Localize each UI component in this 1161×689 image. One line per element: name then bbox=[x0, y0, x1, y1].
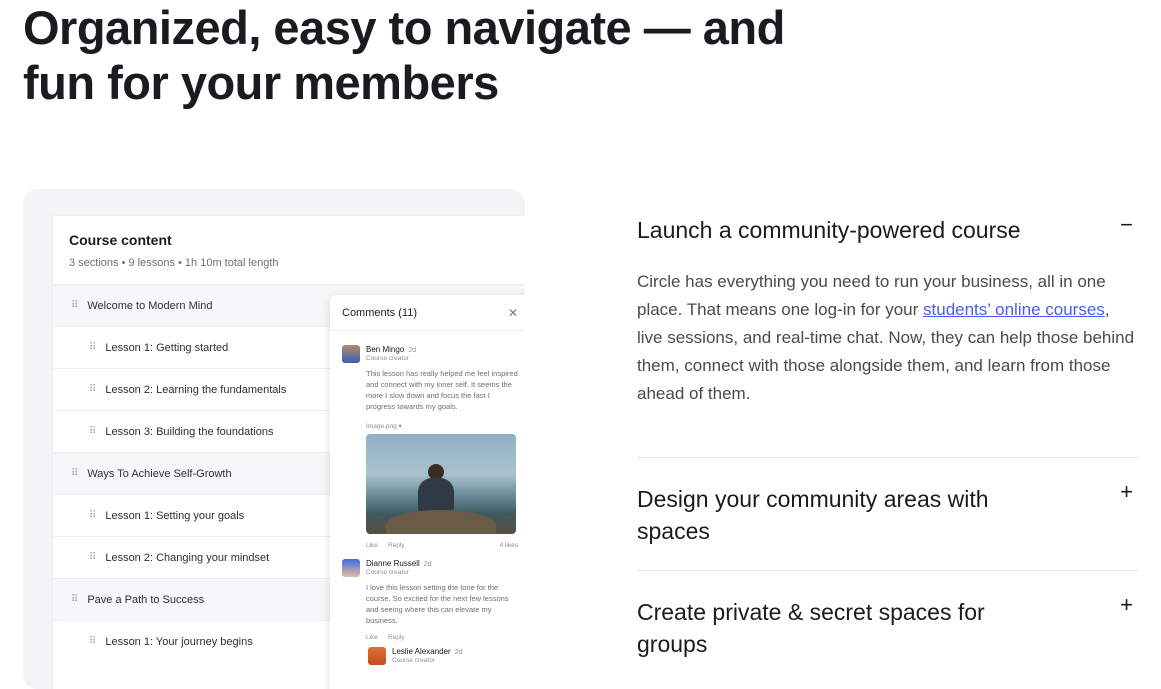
row-label: Lesson 1: Setting your goals bbox=[105, 509, 245, 522]
comment-text: This lesson has really helped me feel in… bbox=[366, 369, 518, 411]
comment-time: 2d bbox=[454, 649, 463, 656]
drag-handle-icon[interactable]: ⠿ bbox=[89, 342, 96, 353]
drag-handle-icon[interactable]: ⠿ bbox=[89, 552, 96, 563]
accordion-item-design-spaces[interactable]: Design your community areas with spaces … bbox=[637, 479, 1138, 547]
comment-role: Course creator bbox=[392, 657, 435, 664]
comment-author: Leslie Alexander bbox=[392, 647, 451, 656]
course-content-title: Course content bbox=[69, 232, 172, 248]
drag-handle-icon[interactable]: ⠿ bbox=[71, 594, 78, 605]
row-label: Pave a Path to Success bbox=[87, 593, 205, 606]
drag-handle-icon[interactable]: ⠿ bbox=[89, 426, 96, 437]
row-label: Lesson 2: Changing your mindset bbox=[105, 551, 270, 564]
minus-icon[interactable]: − bbox=[1120, 212, 1133, 238]
comment-time: 2d bbox=[408, 347, 417, 354]
reply-button[interactable]: Reply bbox=[388, 634, 405, 641]
comments-panel: Comments (11) ✕ Ben Mingo 2d Course creat… bbox=[330, 295, 525, 689]
page-headline: Organized, easy to navigate — and fun fo… bbox=[23, 1, 785, 109]
comment-author: Ben Mingo bbox=[366, 345, 405, 354]
like-button[interactable]: Like bbox=[366, 542, 378, 549]
accordion-title[interactable]: Launch a community-powered course bbox=[637, 214, 1057, 246]
plus-icon[interactable]: + bbox=[1120, 592, 1133, 618]
drag-handle-icon[interactable]: ⠿ bbox=[89, 510, 96, 521]
avatar bbox=[368, 647, 386, 665]
comments-title: Comments (11) bbox=[342, 306, 417, 319]
reply-button[interactable]: Reply bbox=[388, 542, 405, 549]
accordion-item-private-spaces[interactable]: Create private & secret spaces for group… bbox=[637, 592, 1138, 660]
row-label: Welcome to Modern Mind bbox=[87, 299, 213, 312]
comment-role: Course creator bbox=[366, 569, 409, 576]
row-label: Lesson 1: Getting started bbox=[105, 341, 229, 354]
plus-icon[interactable]: + bbox=[1120, 479, 1133, 505]
avatar bbox=[342, 345, 360, 363]
row-label: Lesson 3: Building the foundations bbox=[105, 425, 274, 438]
divider bbox=[637, 570, 1138, 571]
meditation-image bbox=[366, 434, 516, 534]
comment-time: 2d bbox=[423, 561, 432, 568]
close-icon[interactable]: ✕ bbox=[508, 306, 518, 320]
accordion-item-launch-course[interactable]: Launch a community-powered course − Circ… bbox=[637, 212, 1138, 408]
divider bbox=[637, 457, 1138, 458]
like-count: 4 likes bbox=[499, 542, 518, 549]
reply-comment: Leslie Alexander 2d Course creator bbox=[330, 647, 525, 665]
course-preview-card: Course content 3 sections • 9 lessons • … bbox=[23, 189, 525, 689]
drag-handle-icon[interactable]: ⠿ bbox=[71, 468, 78, 479]
drag-handle-icon[interactable]: ⠿ bbox=[89, 384, 96, 395]
comment: Ben Mingo 2d Course creator This lesson h… bbox=[330, 345, 525, 549]
avatar bbox=[342, 559, 360, 577]
comment: Dianne Russell 2d Course creator I love t… bbox=[330, 559, 525, 641]
like-button[interactable]: Like bbox=[366, 634, 378, 641]
online-courses-link[interactable]: students’ online courses bbox=[923, 300, 1105, 319]
row-label: Lesson 2: Learning the fundamentals bbox=[105, 383, 287, 396]
drag-handle-icon[interactable]: ⠿ bbox=[89, 636, 96, 647]
accordion-title[interactable]: Create private & secret spaces for group… bbox=[637, 596, 1057, 660]
accordion-body: Circle has everything you need to run yo… bbox=[637, 268, 1138, 408]
comment-author: Dianne Russell bbox=[366, 559, 420, 568]
row-label: Ways To Achieve Self-Growth bbox=[87, 467, 232, 480]
course-meta: 3 sections • 9 lessons • 1h 10m total le… bbox=[69, 257, 279, 269]
comment-role: Course creator bbox=[366, 355, 409, 362]
drag-handle-icon[interactable]: ⠿ bbox=[71, 300, 78, 311]
row-label: Lesson 1: Your journey begins bbox=[105, 635, 253, 648]
attachment-name[interactable]: Image.png ▾ bbox=[366, 422, 518, 430]
accordion-title[interactable]: Design your community areas with spaces bbox=[637, 483, 1057, 547]
comment-text: I love this lesson setting the tone for … bbox=[366, 583, 509, 625]
